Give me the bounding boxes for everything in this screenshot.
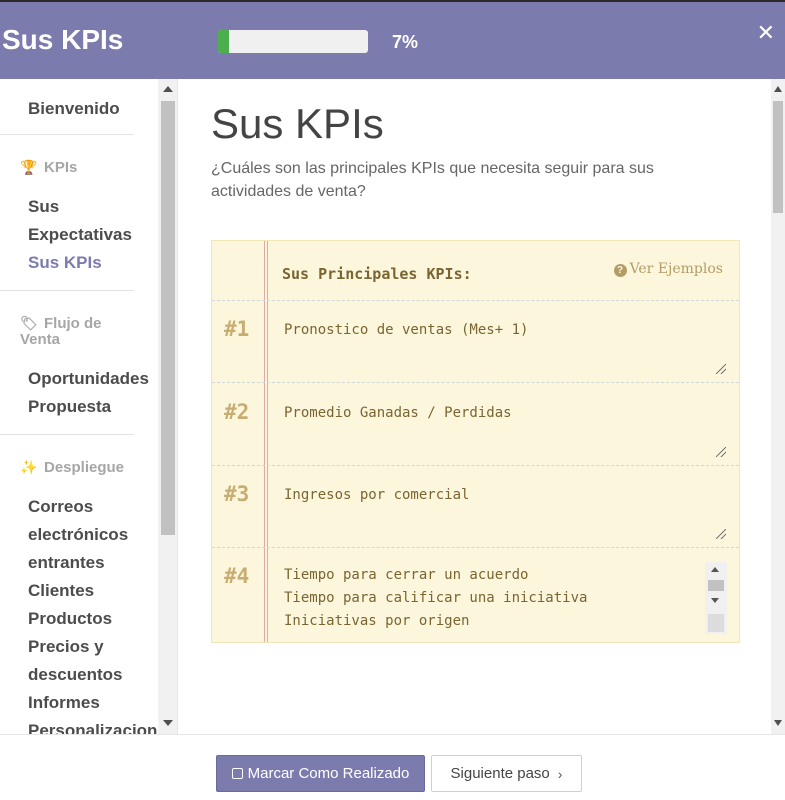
close-icon[interactable]: ✕ — [757, 20, 775, 46]
kpi-row: #4 Tiempo para cerrar un acuerdo Tiempo … — [212, 548, 739, 642]
resize-grip-icon[interactable] — [716, 447, 726, 457]
sidebar-item-sus-kpis[interactable]: Sus KPIs — [0, 249, 158, 277]
main-scrollbar[interactable] — [771, 79, 785, 734]
sidebar-category-despliegue: ✨ Despliegue — [20, 459, 125, 476]
kpi-textarea[interactable]: Pronostico de ventas (Mes+ 1) — [284, 319, 726, 377]
trophy-icon: 🏆 — [20, 159, 38, 175]
checkbox-icon — [231, 768, 243, 779]
sidebar-item-precios[interactable]: Precios y descuentos — [0, 633, 158, 689]
notebook-header: Sus Principales KPIs: ? Ver Ejemplos — [212, 241, 739, 301]
tag-icon: 🏷 — [20, 315, 38, 331]
sidebar-item-productos[interactable]: Productos — [0, 605, 158, 633]
textarea-scrollbar[interactable] — [705, 562, 727, 634]
sidebar-item-sus-expectativas[interactable]: Sus Expectativas — [0, 193, 158, 249]
sidebar: Bienvenido 🏆 KPIs Sus Expectativas Sus KPI… — [0, 79, 178, 734]
sidebar-category-flujo-de-venta: 🏷 Flujo de Venta — [20, 315, 102, 348]
kpi-number: #2 — [224, 400, 250, 424]
resize-grip-icon[interactable] — [716, 529, 726, 539]
kpi-textarea[interactable]: Ingresos por comercial — [284, 484, 726, 542]
sidebar-item-clientes[interactable]: Clientes — [0, 577, 158, 605]
kpi-number: #3 — [224, 482, 250, 506]
kpi-textarea[interactable]: Tiempo para cerrar un acuerdo Tiempo par… — [284, 564, 704, 636]
kpi-number: #1 — [224, 317, 250, 341]
mark-as-done-button[interactable]: Marcar Como Realizado — [216, 755, 425, 792]
main-content: Sus KPIs ¿Cuáles son las principales KPI… — [179, 79, 771, 734]
kpi-number: #4 — [224, 564, 250, 588]
kpi-textarea[interactable]: Promedio Ganadas / Perdidas — [284, 402, 726, 460]
scroll-down-arrow-icon[interactable] — [711, 598, 719, 603]
textarea-scrollbar-thumb[interactable] — [708, 580, 724, 591]
sidebar-item-informes[interactable]: Informes — [0, 689, 158, 717]
main-scrollbar-thumb[interactable] — [773, 101, 783, 213]
page-title: Sus KPIs — [211, 100, 384, 147]
sidebar-scrollbar[interactable] — [158, 79, 177, 734]
sidebar-item-correos[interactable]: Correos electrónicos entrantes — [0, 493, 158, 577]
resize-grip-icon[interactable] — [716, 364, 726, 374]
kpi-notebook: Sus Principales KPIs: ? Ver Ejemplos #1 P… — [211, 240, 740, 643]
next-step-button[interactable]: Siguiente paso › — [431, 755, 582, 792]
kpi-row: #1 Pronostico de ventas (Mes+ 1) — [212, 301, 739, 383]
page-description: ¿Cuáles son las principales KPIs que nec… — [211, 160, 654, 200]
question-circle-icon: ? — [613, 264, 627, 277]
progress-bar-fill — [218, 30, 229, 53]
kpi-row: #3 Ingresos por comercial — [212, 466, 739, 548]
scroll-up-arrow-icon[interactable] — [774, 86, 782, 92]
resize-grip-icon[interactable] — [708, 614, 724, 632]
scroll-up-arrow-icon[interactable] — [711, 567, 719, 572]
sidebar-category-kpis: 🏆 KPIs — [20, 159, 78, 176]
sidebar-item-propuesta[interactable]: Propuesta — [0, 393, 158, 421]
sidebar-item-bienvenido[interactable]: Bienvenido — [0, 95, 158, 123]
chevron-right-icon: › — [557, 765, 563, 782]
scroll-up-arrow-icon[interactable] — [163, 86, 173, 92]
scroll-down-arrow-icon[interactable] — [163, 720, 173, 726]
sidebar-scrollbar-thumb[interactable] — [161, 101, 175, 535]
sidebar-item-personalizacion[interactable]: Personalizacion — [0, 717, 158, 734]
notebook-heading: Sus Principales KPIs: — [282, 265, 472, 283]
footer-bar: Marcar Como Realizado Siguiente paso › — [0, 734, 785, 800]
kpi-row: #2 Promedio Ganadas / Perdidas — [212, 384, 739, 466]
magic-wand-icon: ✨ — [20, 459, 38, 475]
view-examples-link[interactable]: ? Ver Ejemplos — [613, 261, 723, 277]
progress-bar — [218, 30, 368, 53]
sidebar-item-oportunidades[interactable]: Oportunidades — [0, 365, 158, 393]
header-title: Sus KPIs — [2, 24, 124, 55]
scroll-down-arrow-icon[interactable] — [774, 720, 782, 726]
progress-percentage: 7% — [392, 32, 419, 52]
header-bar: Sus KPIs 7% ✕ — [0, 0, 785, 79]
